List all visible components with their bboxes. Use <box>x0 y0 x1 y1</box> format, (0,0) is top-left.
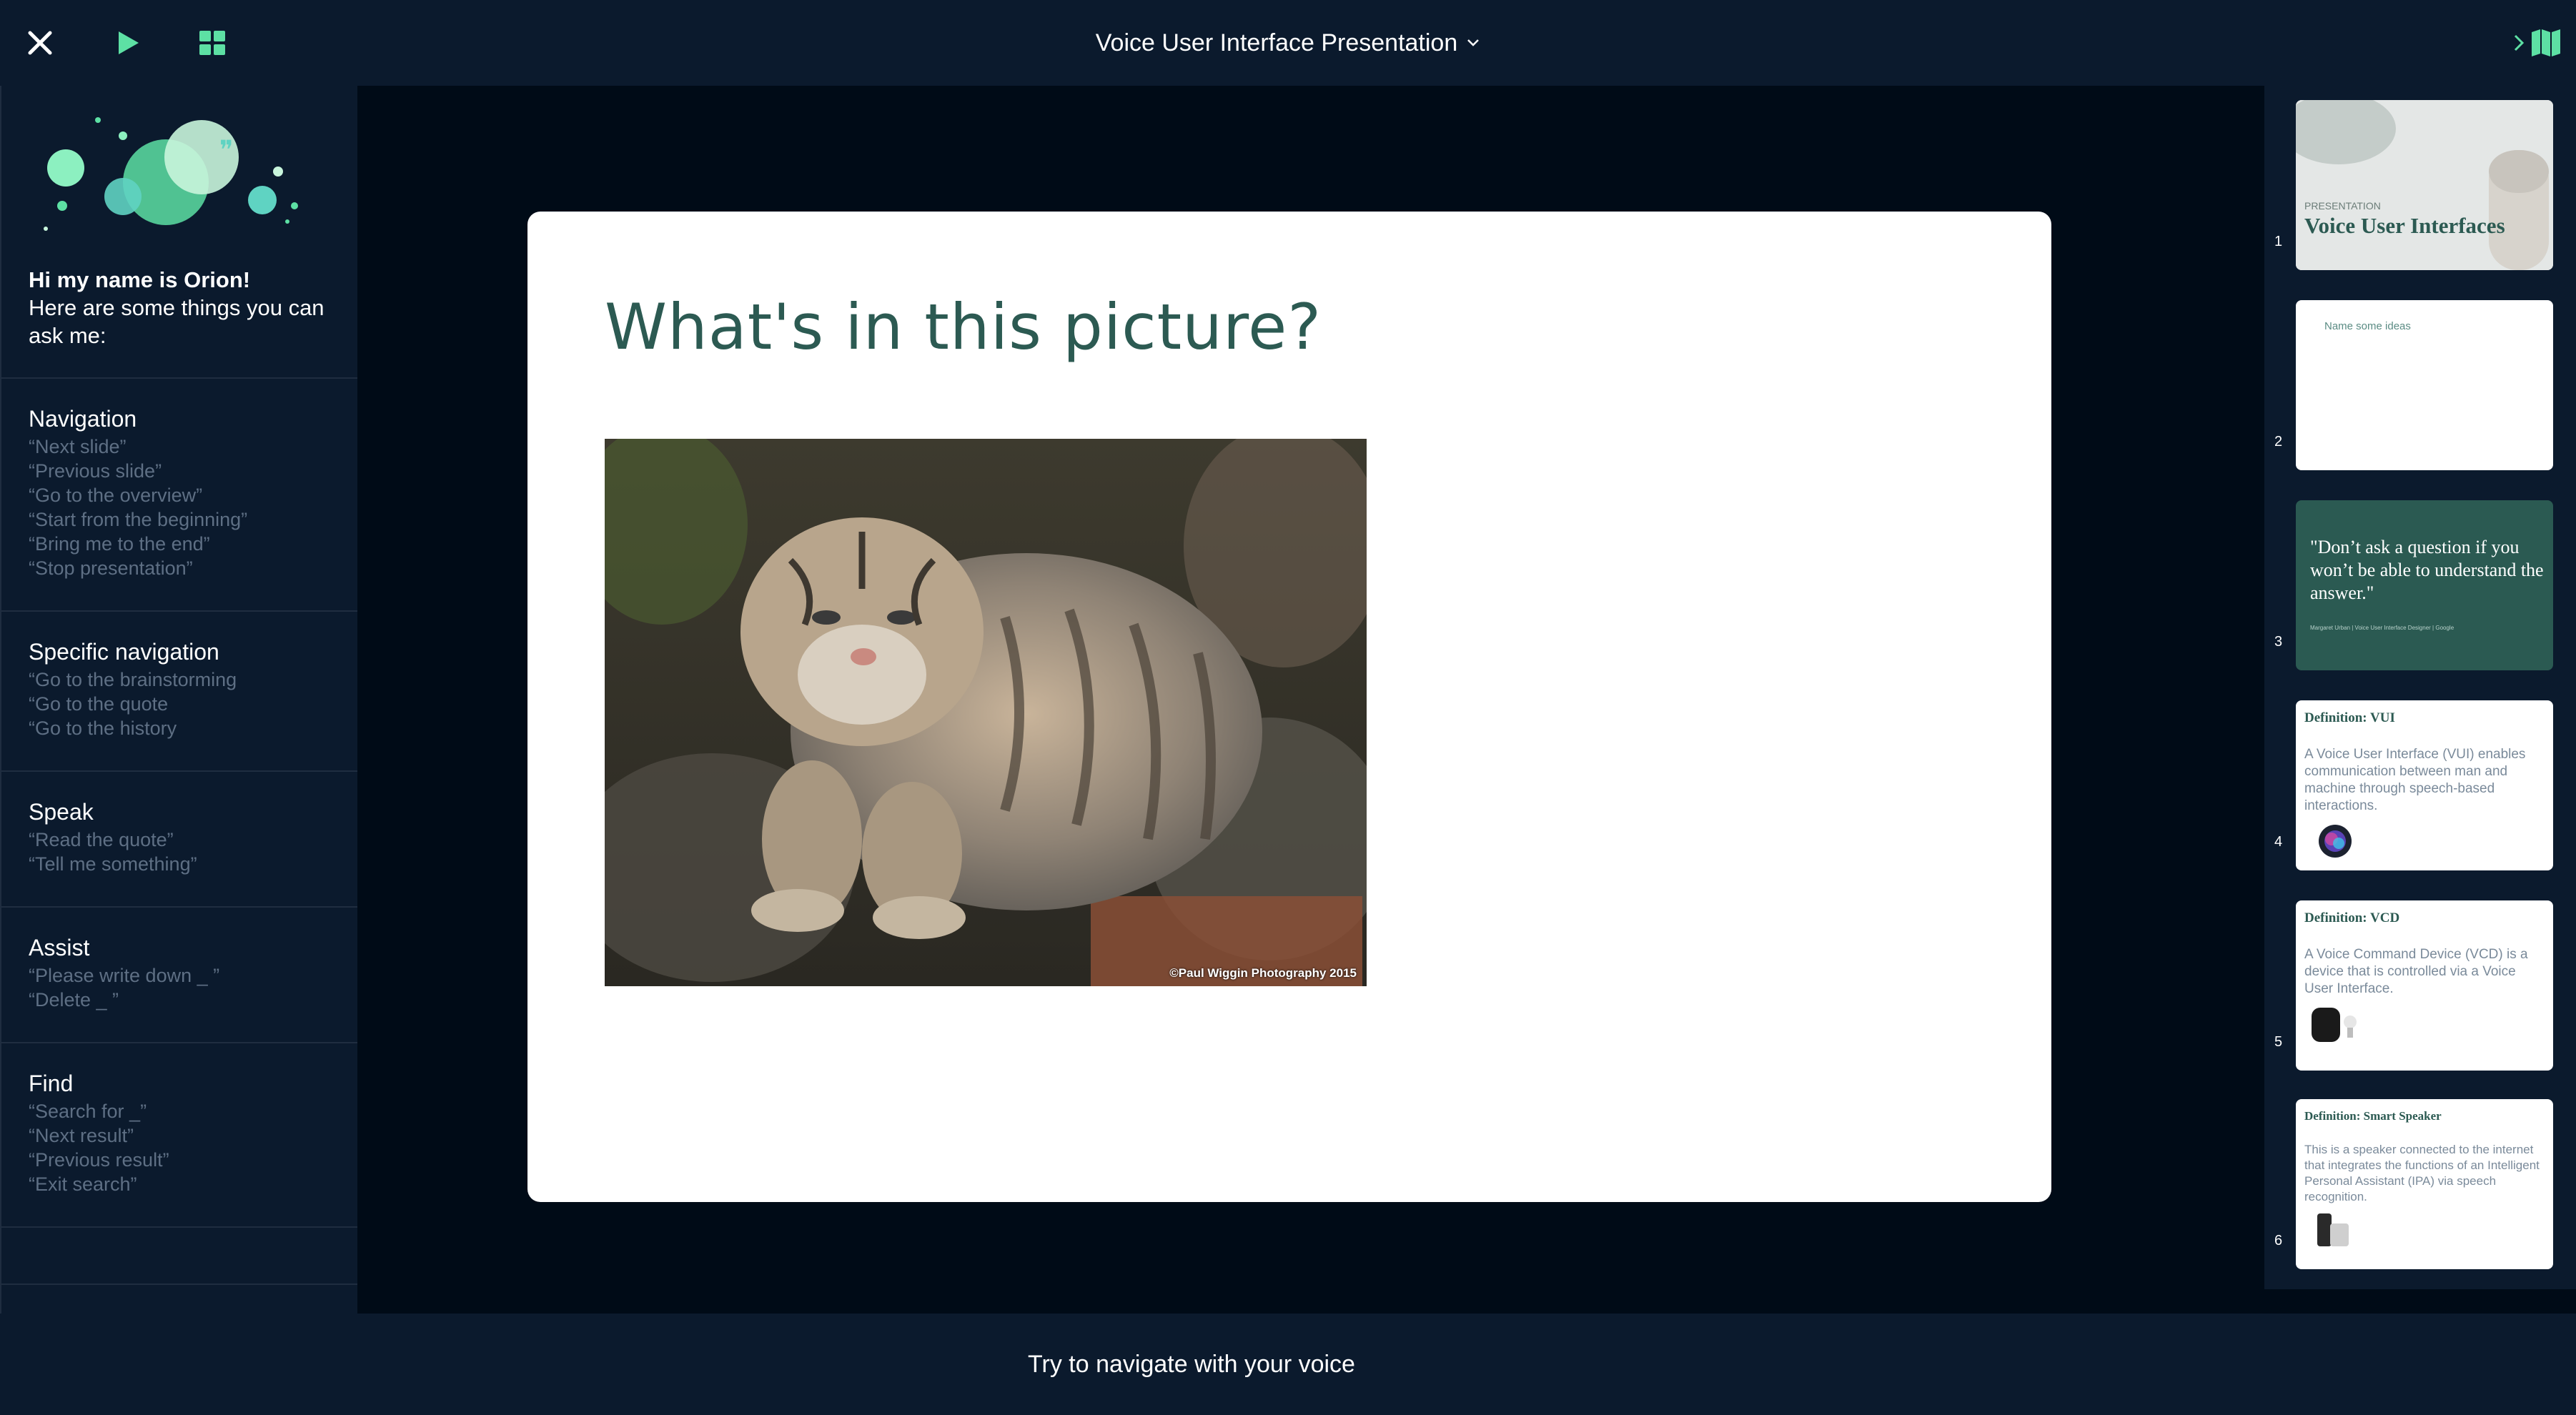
slide-thumbnail-2[interactable]: Name some ideas <box>2296 300 2553 470</box>
voice-status-bar: Try to navigate with your voice <box>0 1314 2576 1415</box>
command-item[interactable]: “Next result” <box>29 1123 357 1148</box>
thumbnail-quote: "Don’t ask a question if you won’t be ab… <box>2310 537 2544 603</box>
thumbnail-kicker: PRESENTATION <box>2304 200 2381 212</box>
play-button[interactable] <box>106 21 149 64</box>
command-item[interactable]: “Go to the quote <box>29 692 357 716</box>
slide-map-button[interactable] <box>2512 21 2562 64</box>
presentation-title: Voice User Interface Presentation <box>1095 29 1458 56</box>
assistant-name: Hi my name is Orion! <box>29 267 251 292</box>
grid-icon <box>199 31 225 55</box>
command-item[interactable]: “Start from the beginning” <box>29 507 357 532</box>
current-slide: What's in this picture? ©Paul Wiggin Pho… <box>527 212 2051 1202</box>
command-item[interactable]: “Go to the overview” <box>29 483 357 507</box>
section-title: Specific navigation <box>29 639 219 665</box>
speech-bubbles-icon: ❞ <box>44 117 298 231</box>
thumbnail-title: Voice User Interfaces <box>2304 213 2505 238</box>
command-item[interactable]: “Stop presentation” <box>29 556 357 580</box>
panel-divider <box>1 1228 357 1285</box>
map-icon <box>2532 29 2560 56</box>
thumbnail-row: Definition: Smart Speaker This is a spea… <box>2264 1085 2576 1269</box>
command-section-navigation: Navigation “Next slide” “Previous slide”… <box>1 379 357 612</box>
thumbnail-body: A Voice User Interface (VUI) enables com… <box>2304 747 2526 813</box>
thumbnail-heading: Definition: VCD <box>2304 910 2400 925</box>
siri-icon <box>2319 825 2352 858</box>
thumbnail-heading: Definition: Smart Speaker <box>2304 1109 2442 1123</box>
presentation-title-dropdown[interactable]: Voice User Interface Presentation <box>1096 29 1481 57</box>
slide-thumbnail-4[interactable]: Definition: VUI A Voice User Interface (… <box>2296 700 2553 870</box>
slide-thumbnail-3[interactable]: "Don’t ask a question if you won’t be ab… <box>2296 500 2553 670</box>
slide-thumbnail-6[interactable]: Definition: Smart Speaker This is a spea… <box>2296 1099 2553 1269</box>
thumbnail-attribution: Margaret Urban | Voice User Interface De… <box>2310 625 2454 631</box>
thumbnail-row: "Don’t ask a question if you won’t be ab… <box>2264 486 2576 670</box>
assistant-greeting: Hi my name is Orion! Here are some thing… <box>29 266 343 349</box>
command-section-assist: Assist “Please write down _ ” “Delete _ … <box>1 908 357 1043</box>
thumbnail-body: This is a speaker connected to the inter… <box>2304 1143 2540 1203</box>
thumbnail-body: A Voice Command Device (VCD) is a device… <box>2304 947 2528 996</box>
thumbnail-number: 3 <box>2274 634 2283 650</box>
svg-text:❞: ❞ <box>219 136 233 165</box>
thumbnail-row: Definition: VCD A Voice Command Device (… <box>2264 886 2576 1071</box>
overview-grid-button[interactable] <box>192 21 234 64</box>
thumbnail-text: Name some ideas <box>2324 320 2411 332</box>
thumbnail-heading: Definition: VUI <box>2304 710 2395 725</box>
smart-speaker-icon <box>2317 1213 2349 1246</box>
section-title: Assist <box>29 935 90 960</box>
command-item[interactable]: “Previous result” <box>29 1148 357 1172</box>
close-button[interactable] <box>19 21 61 64</box>
assistant-intro-text: Here are some things you can ask me: <box>29 295 325 348</box>
command-item[interactable]: “Exit search” <box>29 1172 357 1196</box>
thumbnail-background <box>2296 100 2553 270</box>
smart-devices-icon <box>2312 1008 2357 1042</box>
section-title: Speak <box>29 799 94 825</box>
command-section-speak: Speak “Read the quote” “Tell me somethin… <box>1 772 357 908</box>
thumbnail-number: 4 <box>2274 834 2283 850</box>
section-title: Navigation <box>29 406 137 432</box>
command-section-specific-navigation: Specific navigation “Go to the brainstor… <box>1 612 357 772</box>
command-section-find: Find “Search for _” “Next result” “Previ… <box>1 1043 357 1228</box>
image-credit: ©Paul Wiggin Photography 2015 <box>1169 966 1357 980</box>
slide-thumbnail-5[interactable]: Definition: VCD A Voice Command Device (… <box>2296 900 2553 1071</box>
play-icon <box>119 31 139 54</box>
photo-illustration <box>605 439 1367 986</box>
command-item[interactable]: “Previous slide” <box>29 459 357 483</box>
voice-hint: Try to navigate with your voice <box>1028 1350 1355 1378</box>
thumbnail-number: 1 <box>2274 234 2283 249</box>
assistant-intro: ❞ Hi my name is Orion! Here are some thi… <box>1 86 357 379</box>
command-item[interactable]: “Bring me to the end” <box>29 532 357 556</box>
chevron-right-icon <box>2514 34 2525 51</box>
chevron-down-icon <box>1467 39 1480 46</box>
slide-title: What's in this picture? <box>605 290 1322 364</box>
command-item[interactable]: “Search for _” <box>29 1099 357 1123</box>
thumbnail-row: PRESENTATION Voice User Interfaces 1 <box>2264 86 2576 270</box>
command-item[interactable]: “Delete _ ” <box>29 988 357 1012</box>
thumbnail-number: 2 <box>2274 434 2283 450</box>
command-item[interactable]: “Next slide” <box>29 435 357 459</box>
voice-commands-panel: ❞ Hi my name is Orion! Here are some thi… <box>0 86 357 1314</box>
top-bar: Voice User Interface Presentation <box>0 0 2576 86</box>
thumbnail-number: 6 <box>2274 1233 2283 1248</box>
thumbnail-row: Name some ideas 2 <box>2264 286 2576 470</box>
slide-thumbnail-1[interactable]: PRESENTATION Voice User Interfaces <box>2296 100 2553 270</box>
thumbnail-number: 5 <box>2274 1034 2283 1050</box>
command-item[interactable]: “Tell me something” <box>29 852 357 876</box>
slide-thumbnails-panel: PRESENTATION Voice User Interfaces 1 Nam… <box>2264 86 2576 1289</box>
tiger-cub-photo: ©Paul Wiggin Photography 2015 <box>605 439 1367 986</box>
section-title: Find <box>29 1071 74 1096</box>
command-item[interactable]: “Go to the brainstorming <box>29 667 357 692</box>
command-item[interactable]: “Go to the history <box>29 716 357 740</box>
command-item[interactable]: “Please write down _ ” <box>29 963 357 988</box>
command-item[interactable]: “Read the quote” <box>29 828 357 852</box>
close-icon <box>28 31 52 55</box>
thumbnail-row: Definition: VUI A Voice User Interface (… <box>2264 686 2576 870</box>
